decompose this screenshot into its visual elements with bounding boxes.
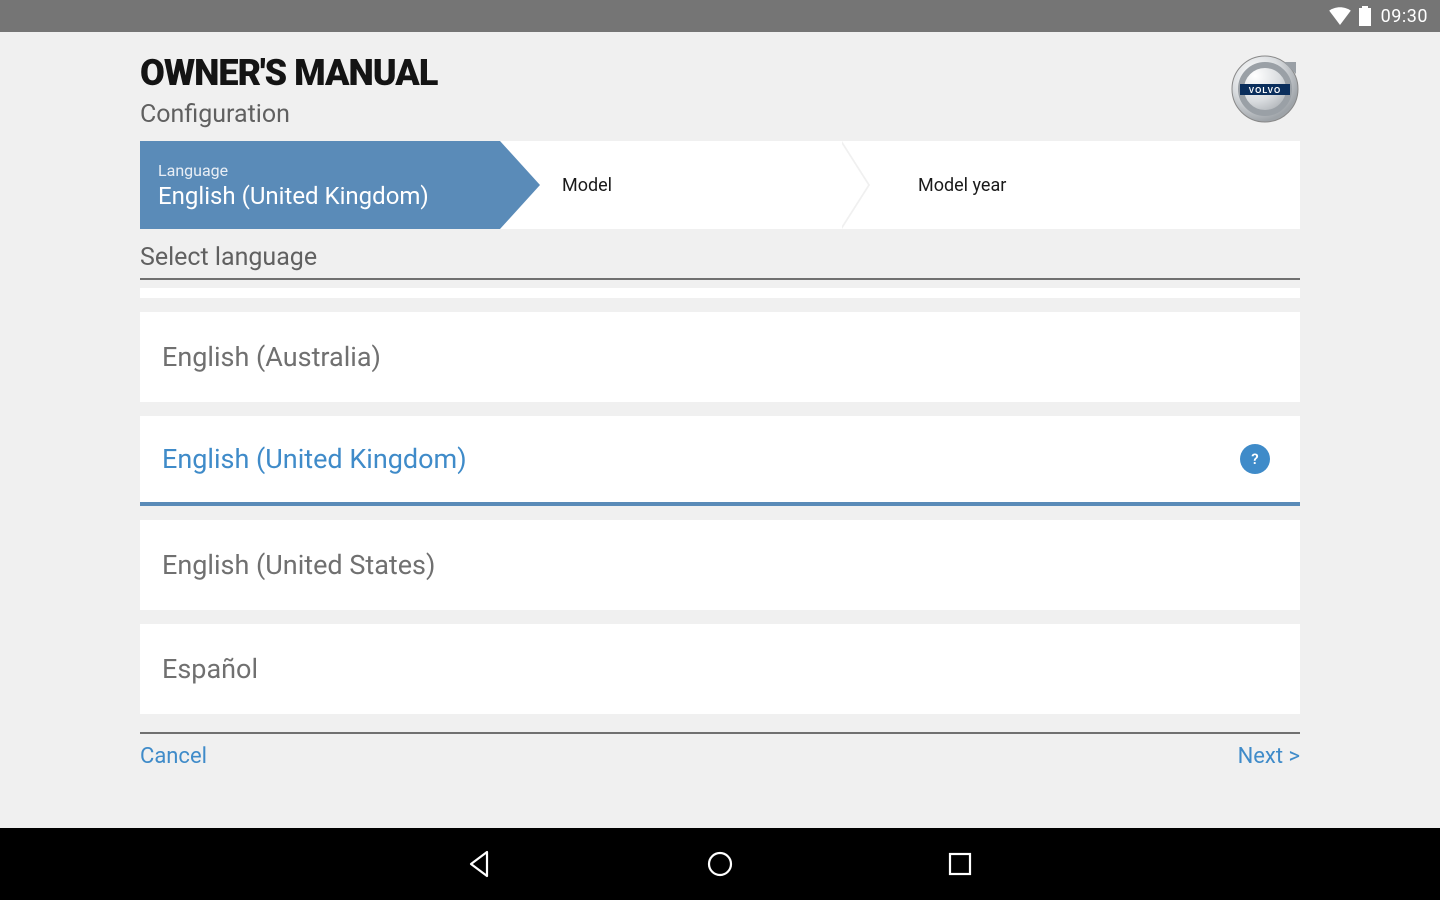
battery-icon bbox=[1359, 6, 1371, 26]
title-block: OWNER'S MANUAL Configuration bbox=[140, 52, 437, 129]
step-language[interactable]: Language English (United Kingdom) bbox=[140, 141, 500, 229]
header: OWNER'S MANUAL Configuration VOLVO bbox=[140, 52, 1300, 129]
next-button[interactable]: Next > bbox=[1238, 744, 1300, 769]
footer-actions: Cancel Next > bbox=[140, 744, 1300, 769]
list-item-label: English (Australia) bbox=[162, 341, 381, 373]
status-bar: 09:30 bbox=[0, 0, 1440, 32]
language-list: English (Australia) English (United King… bbox=[140, 288, 1300, 714]
list-item-label: Español bbox=[162, 653, 258, 685]
step-model-year[interactable]: Model year bbox=[870, 141, 1300, 229]
divider bbox=[140, 732, 1300, 734]
list-item-label: English (United States) bbox=[162, 549, 435, 581]
step-model[interactable]: Model bbox=[500, 141, 870, 229]
volvo-logo-icon: VOLVO bbox=[1230, 54, 1300, 124]
section-title: Select language bbox=[140, 243, 1300, 280]
step-label: Model bbox=[562, 175, 870, 196]
page-subtitle: Configuration bbox=[140, 100, 437, 129]
step-label: Language bbox=[158, 161, 500, 180]
list-item[interactable]: English (Australia) bbox=[140, 312, 1300, 402]
android-navbar bbox=[0, 828, 1440, 900]
svg-text:VOLVO: VOLVO bbox=[1249, 86, 1281, 95]
list-item[interactable]: Español bbox=[140, 624, 1300, 714]
step-label: Model year bbox=[918, 175, 1300, 196]
main-content: OWNER'S MANUAL Configuration VOLVO bbox=[0, 32, 1440, 828]
status-clock: 09:30 bbox=[1381, 6, 1428, 27]
app-title: OWNER'S MANUAL bbox=[140, 52, 437, 94]
list-item-label: English (United Kingdom) bbox=[162, 443, 467, 475]
recents-icon[interactable] bbox=[940, 844, 980, 884]
step-value: English (United Kingdom) bbox=[158, 182, 500, 210]
wizard-stepper: Language English (United Kingdom) Model … bbox=[140, 141, 1300, 229]
list-item-peek[interactable] bbox=[140, 288, 1300, 298]
wifi-icon bbox=[1329, 7, 1351, 25]
help-icon[interactable]: ? bbox=[1240, 444, 1270, 474]
cancel-button[interactable]: Cancel bbox=[140, 744, 207, 769]
home-icon[interactable] bbox=[700, 844, 740, 884]
list-item[interactable]: English (United States) bbox=[140, 520, 1300, 610]
list-item-selected[interactable]: English (United Kingdom) ? bbox=[140, 416, 1300, 506]
back-icon[interactable] bbox=[460, 844, 500, 884]
